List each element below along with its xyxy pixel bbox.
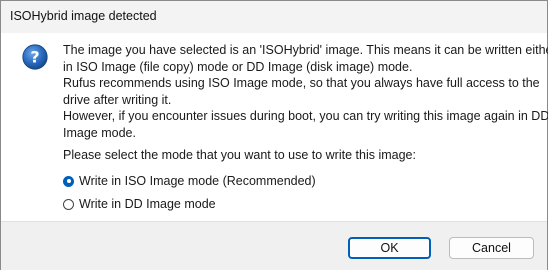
dialog-content: ? The image you have selected is an 'ISO… (1, 33, 548, 221)
iso-mode-option[interactable]: Write in ISO Image mode (Recommended) (63, 174, 316, 188)
mode-prompt: Please select the mode that you want to … (63, 148, 416, 162)
dd-mode-label[interactable]: Write in DD Image mode (79, 197, 216, 211)
ok-button[interactable]: OK (348, 237, 431, 259)
isohybrid-dialog: ISOHybrid image detected ? The image you… (0, 0, 548, 270)
window-title: ISOHybrid image detected (10, 9, 157, 23)
dd-mode-radio[interactable] (63, 198, 74, 210)
iso-mode-radio[interactable] (63, 175, 74, 187)
message-line: However, if you encounter issues during … (63, 109, 548, 123)
iso-mode-label[interactable]: Write in ISO Image mode (Recommended) (79, 174, 316, 188)
message-line: drive after writing it. (63, 92, 172, 107)
message-line: in ISO Image (file copy) mode or DD Imag… (63, 59, 413, 74)
message-line: Rufus recommends using ISO Image mode, s… (63, 76, 540, 90)
message-line: Image mode. (63, 125, 136, 140)
message-text: The image you have selected is an 'ISOHy… (63, 42, 548, 141)
dd-mode-option[interactable]: Write in DD Image mode (63, 197, 216, 211)
title-bar[interactable]: ISOHybrid image detected (1, 1, 547, 33)
button-bar: OK Cancel (1, 221, 547, 270)
question-icon: ? (22, 44, 48, 70)
svg-text:?: ? (30, 48, 39, 67)
message-line: The image you have selected is an 'ISOHy… (63, 43, 548, 57)
cancel-button[interactable]: Cancel (449, 237, 534, 259)
